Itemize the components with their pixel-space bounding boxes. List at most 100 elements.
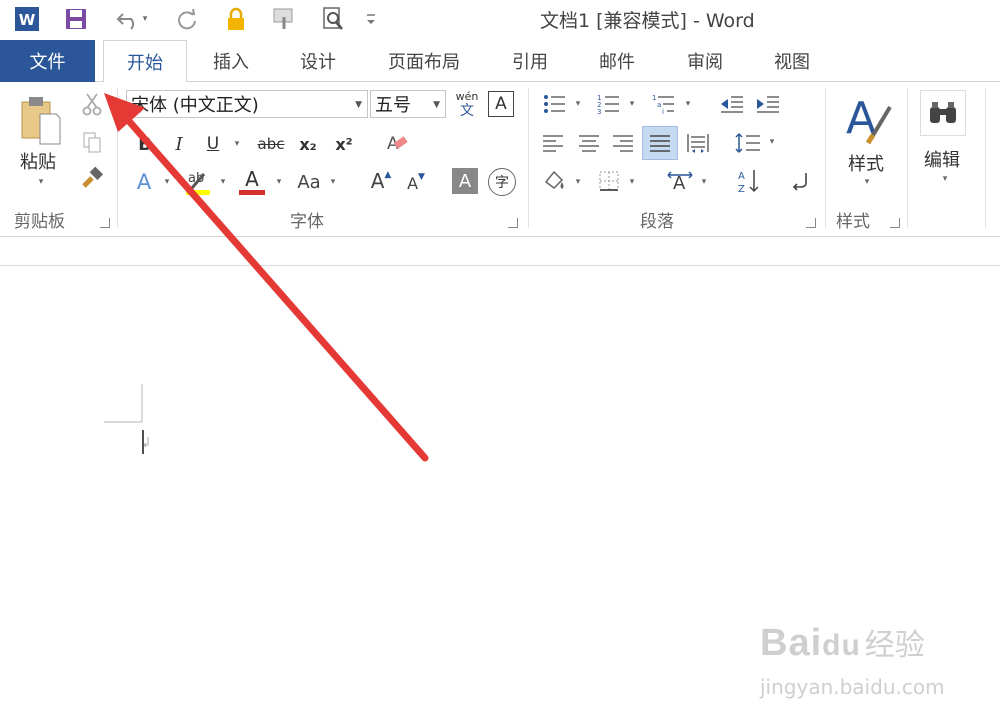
chinese-layout-icon[interactable]: A — [664, 166, 696, 196]
tab-file[interactable]: 文件 — [0, 40, 95, 82]
tab-home[interactable]: 开始 — [103, 40, 187, 83]
numbering-icon[interactable]: 123 — [594, 90, 624, 118]
tab-view[interactable]: 视图 — [757, 40, 827, 82]
ribbon-home: 粘贴 ▾ 剪贴板 宋体 (中文正文) ▼ 五号 ▼ wén 文 A B I U … — [0, 82, 1000, 237]
cut-icon[interactable] — [78, 90, 106, 118]
font-launcher-icon[interactable] — [508, 218, 518, 228]
text-effects-dropdown-icon[interactable]: ▾ — [160, 172, 174, 192]
svg-text:A: A — [738, 171, 745, 182]
font-name-value: 宋体 (中文正文) — [131, 95, 259, 116]
align-right-icon[interactable] — [608, 128, 638, 158]
word-logo-icon[interactable]: W — [12, 5, 42, 33]
paste-icon[interactable] — [12, 92, 68, 148]
lock-icon[interactable] — [222, 5, 250, 33]
shrink-font-button[interactable]: A ▼ — [402, 168, 430, 198]
bullets-icon[interactable] — [540, 90, 570, 118]
font-color-swatch — [239, 189, 265, 195]
line-spacing-dropdown-icon[interactable]: ▾ — [766, 132, 778, 152]
tab-page-layout[interactable]: 页面布局 — [368, 40, 480, 82]
undo-button[interactable]: ▾ — [108, 5, 154, 33]
svg-text:Z: Z — [738, 184, 745, 194]
subscript-button[interactable]: x₂ — [294, 130, 322, 158]
customize-qat-icon[interactable] — [362, 5, 380, 33]
bold-button[interactable]: B — [132, 130, 158, 158]
borders-icon[interactable] — [594, 166, 624, 196]
watermark-brand-suffix: du — [822, 629, 861, 662]
shrink-font-letter: A — [407, 173, 419, 193]
tab-design[interactable]: 设计 — [283, 40, 353, 82]
chevron-down-icon[interactable]: ▼ — [355, 100, 362, 110]
paste-label[interactable]: 粘贴 — [20, 148, 56, 174]
editing-label[interactable]: 编辑 — [924, 146, 960, 172]
undo-dropdown-icon[interactable]: ▾ — [143, 14, 148, 24]
highlight-dropdown-icon[interactable]: ▾ — [216, 172, 230, 192]
character-shading-button[interactable]: A — [452, 168, 478, 194]
justify-icon[interactable] — [642, 126, 678, 160]
styles-gallery-icon[interactable]: A — [840, 90, 896, 146]
svg-text:1: 1 — [652, 94, 656, 102]
tab-review[interactable]: 审阅 — [670, 40, 740, 82]
align-left-icon[interactable] — [538, 128, 568, 158]
multilevel-dropdown-icon[interactable]: ▾ — [682, 94, 694, 114]
format-painter-icon[interactable] — [78, 164, 106, 192]
font-color-button[interactable]: A — [236, 164, 268, 198]
underline-button[interactable]: U — [200, 130, 226, 158]
font-name-combo[interactable]: 宋体 (中文正文) ▼ — [126, 90, 368, 118]
font-color-dropdown-icon[interactable]: ▾ — [272, 172, 286, 192]
clipboard-launcher-icon[interactable] — [100, 218, 110, 228]
grow-font-button[interactable]: A ▲ — [366, 166, 396, 196]
paste-dropdown-icon[interactable]: ▾ — [34, 177, 48, 187]
paragraph-mark-icon — [143, 437, 149, 448]
tab-references[interactable]: 引用 — [495, 40, 565, 82]
bullets-dropdown-icon[interactable]: ▾ — [572, 94, 584, 114]
chevron-down-icon[interactable]: ▼ — [433, 100, 440, 110]
borders-dropdown-icon[interactable]: ▾ — [626, 172, 638, 192]
shading-icon[interactable] — [538, 166, 570, 196]
phonetic-guide-button[interactable]: wén 文 — [452, 88, 482, 122]
multilevel-list-icon[interactable]: 1ai — [648, 90, 680, 118]
numbering-dropdown-icon[interactable]: ▾ — [626, 94, 638, 114]
character-border-button[interactable]: A — [488, 91, 514, 117]
save-icon[interactable] — [62, 5, 90, 33]
clear-formatting-icon[interactable]: A — [380, 128, 412, 158]
styles-label[interactable]: 样式 — [848, 150, 884, 176]
align-center-icon[interactable] — [574, 128, 604, 158]
superscript-button[interactable]: x² — [330, 130, 358, 158]
group-separator — [985, 88, 986, 228]
paragraph-launcher-icon[interactable] — [806, 218, 816, 228]
decrease-indent-icon[interactable] — [716, 90, 748, 118]
baidu-watermark: Baidu 经验 jingyan.baidu.com — [760, 620, 945, 699]
italic-button[interactable]: I — [166, 130, 192, 158]
increase-indent-icon[interactable] — [752, 90, 784, 118]
enclose-characters-button[interactable]: 字 — [488, 168, 516, 196]
shading-dropdown-icon[interactable]: ▾ — [572, 172, 584, 192]
print-preview-icon[interactable] — [318, 5, 348, 33]
show-paragraph-marks-icon[interactable] — [786, 166, 816, 196]
styles-dropdown-icon[interactable]: ▾ — [860, 177, 874, 187]
line-spacing-icon[interactable] — [732, 128, 764, 158]
watermark-brand: Bai — [760, 622, 823, 664]
font-size-combo[interactable]: 五号 ▼ — [370, 90, 446, 118]
group-separator — [117, 88, 118, 228]
chinese-layout-dropdown-icon[interactable]: ▾ — [698, 172, 710, 192]
editing-dropdown-icon[interactable]: ▾ — [938, 174, 952, 184]
sort-icon[interactable]: AZ — [734, 166, 764, 196]
underline-dropdown-icon[interactable]: ▾ — [230, 134, 244, 154]
text-effects-button[interactable]: A — [130, 167, 158, 197]
tab-insert[interactable]: 插入 — [196, 40, 266, 82]
styles-launcher-icon[interactable] — [890, 218, 900, 228]
svg-text:3: 3 — [597, 108, 601, 115]
touch-mode-icon[interactable] — [270, 5, 300, 33]
distributed-icon[interactable] — [682, 128, 714, 158]
font-group-label: 字体 — [290, 212, 324, 232]
redo-icon[interactable] — [172, 5, 202, 33]
copy-icon[interactable] — [78, 128, 106, 156]
change-case-dropdown-icon[interactable]: ▾ — [326, 172, 340, 192]
highlight-color-icon[interactable]: ab — [182, 164, 214, 198]
tab-mailings[interactable]: 邮件 — [582, 40, 652, 82]
clipboard-group-label: 剪贴板 — [14, 212, 65, 232]
strikethrough-button[interactable]: abc — [254, 130, 288, 158]
find-binoculars-icon[interactable] — [920, 90, 966, 136]
watermark-url: jingyan.baidu.com — [760, 675, 945, 699]
change-case-button[interactable]: Aa — [292, 167, 326, 197]
